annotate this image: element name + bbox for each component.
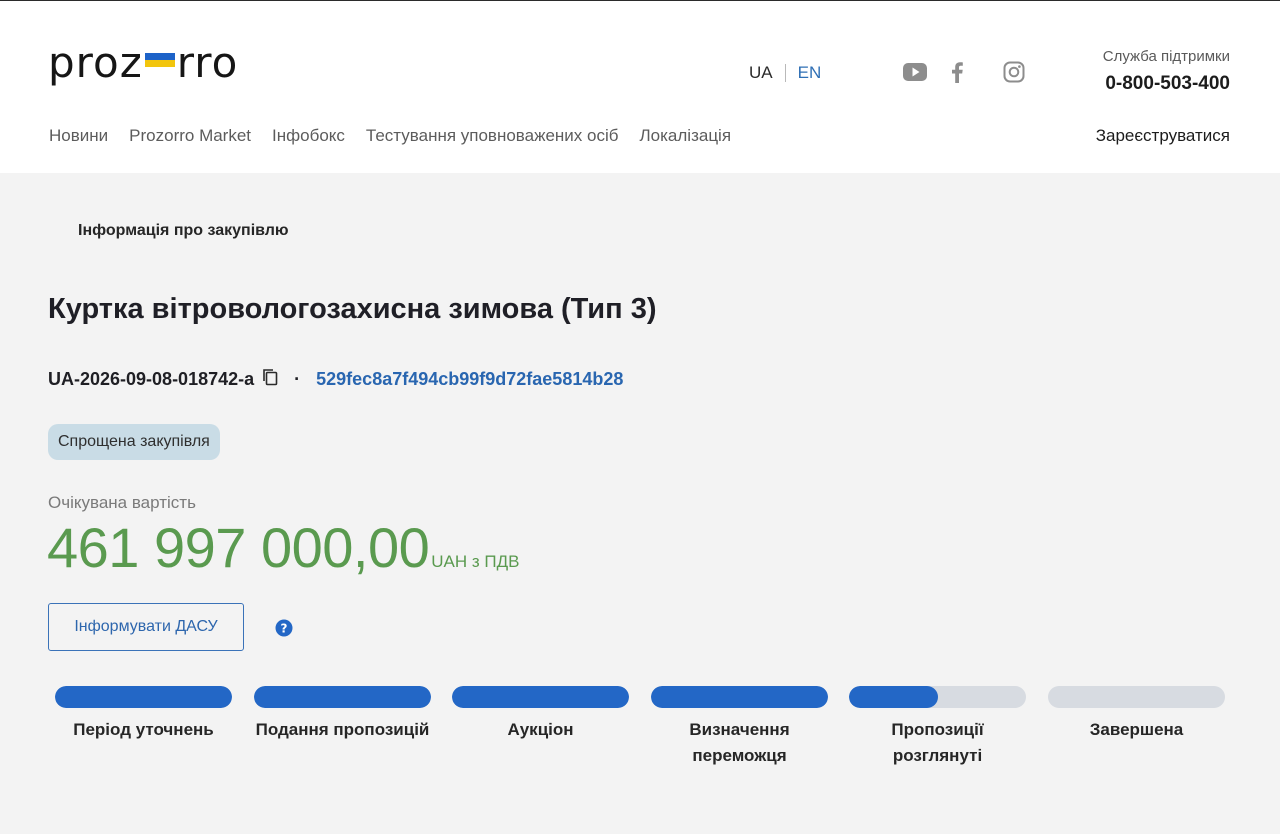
facebook-icon[interactable] bbox=[950, 61, 964, 83]
stage-label: Завершена bbox=[1089, 720, 1184, 739]
stage-label: Подання пропозицій bbox=[255, 720, 430, 739]
stage-item: Пропозиції розглянуті bbox=[849, 686, 1026, 769]
stage-progress-track bbox=[849, 686, 1026, 708]
youtube-icon[interactable] bbox=[902, 61, 928, 83]
lang-ua-link[interactable]: UA bbox=[749, 63, 773, 83]
prozorro-logo[interactable]: proz rro bbox=[48, 37, 238, 87]
inform-dasu-button[interactable]: Інформувати ДАСУ bbox=[48, 603, 244, 651]
register-link[interactable]: Зареєструватися bbox=[1096, 126, 1230, 146]
amount-currency: UAH з ПДВ bbox=[431, 552, 520, 571]
stage-progress-track bbox=[1048, 686, 1225, 708]
procurement-type-badge: Спрощена закупівля bbox=[48, 424, 220, 460]
breadcrumb[interactable]: Інформація про закупівлю bbox=[78, 222, 289, 240]
expected-value-label: Очікувана вартість bbox=[48, 493, 196, 512]
tender-hash-link[interactable]: 529fec8a7f494cb99f9d72fae5814b28 bbox=[316, 369, 623, 390]
lang-en-link[interactable]: EN bbox=[798, 63, 822, 83]
stage-progress-track bbox=[452, 686, 629, 708]
site-header: proz rro UA EN Служба підтримки 0-800-503… bbox=[0, 1, 1280, 173]
nav-item-testing[interactable]: Тестування уповноважених осіб bbox=[366, 126, 619, 146]
stage-label: Аукціон bbox=[507, 720, 574, 739]
stage-progress-track bbox=[254, 686, 431, 708]
stage-progress-track bbox=[55, 686, 232, 708]
support-block: Служба підтримки 0-800-503-400 bbox=[1103, 48, 1230, 95]
support-phone[interactable]: 0-800-503-400 bbox=[1103, 73, 1230, 95]
stage-item: Аукціон bbox=[452, 686, 629, 743]
lang-divider bbox=[784, 64, 786, 82]
nav-item-market[interactable]: Prozorro Market bbox=[129, 126, 251, 146]
stage-label: Пропозиції розглянуті bbox=[891, 720, 984, 765]
support-label: Служба підтримки bbox=[1102, 48, 1230, 65]
language-switcher: UA EN bbox=[749, 63, 821, 83]
stage-label: Визначення переможця bbox=[689, 720, 790, 765]
stage-progress-track bbox=[651, 686, 828, 708]
stage-progress-fill bbox=[651, 686, 828, 708]
expected-value: 461 997 000,00 UAH з ПДВ bbox=[47, 515, 519, 580]
main-nav: Новини Prozorro Market Інфобокс Тестуван… bbox=[49, 126, 752, 146]
stage-item: Визначення переможця bbox=[651, 686, 828, 769]
tender-id: UA-2026-09-08-018742-a bbox=[48, 369, 255, 389]
ukraine-flag-icon bbox=[144, 53, 175, 67]
stage-progress-fill bbox=[452, 686, 629, 708]
id-separator: · bbox=[294, 369, 301, 389]
amount-value: 461 997 000,00 bbox=[47, 516, 430, 579]
copy-icon[interactable] bbox=[262, 368, 278, 391]
nav-item-news[interactable]: Новини bbox=[49, 126, 108, 146]
stage-item: Період уточнень bbox=[55, 686, 232, 743]
stage-item: Завершена bbox=[1048, 686, 1225, 743]
tender-stages: Період уточнень Подання пропозицій Аукціон… bbox=[55, 686, 1225, 776]
stage-item: Подання пропозицій bbox=[254, 686, 431, 743]
nav-item-localization[interactable]: Локалізація bbox=[640, 126, 732, 146]
stage-progress-fill bbox=[849, 686, 938, 708]
stage-label: Період уточнень bbox=[73, 720, 214, 739]
nav-item-infobox[interactable]: Інфобокс bbox=[272, 126, 345, 146]
instagram-icon[interactable] bbox=[1003, 61, 1025, 83]
stage-progress-fill bbox=[254, 686, 431, 708]
logo-text-right: rro bbox=[176, 37, 239, 87]
svg-text:?: ? bbox=[281, 622, 288, 636]
help-icon[interactable]: ? bbox=[275, 619, 293, 642]
stage-progress-fill bbox=[55, 686, 232, 708]
logo-text-left: proz bbox=[48, 37, 143, 87]
page-title: Куртка вітровологозахисна зимова (Тип 3) bbox=[48, 293, 657, 325]
tender-identifiers: UA-2026-09-08-018742-a · 529fec8a7f494cb… bbox=[48, 368, 623, 391]
